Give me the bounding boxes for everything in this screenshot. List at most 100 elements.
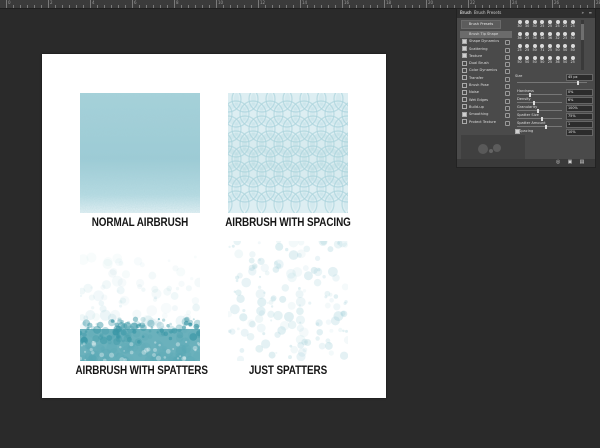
lock-icon[interactable] [505,47,510,53]
new-preset-icon[interactable]: ▣ [567,160,573,165]
spatter-dot [268,351,276,359]
brush-tip-size: 25 [562,36,568,40]
brush-tip-grid[interactable]: 30 30 30 25 25 25 25 25 36 25 36 36 36 32 25 50 25 25 50 71… [515,20,577,70]
lock-icon[interactable] [505,98,510,104]
brush-tip-size: 25 [570,60,575,64]
spatter-dot [297,241,305,246]
lock-icon[interactable] [505,76,510,82]
brush-panel[interactable]: Brush Brush Presets ≡ » Brush Presets Br… [456,8,596,168]
brush-option-row[interactable]: Brush Tip Shape [460,31,512,39]
brush-option-row[interactable]: Brush Pose [460,82,512,90]
option-checkbox[interactable] [462,89,467,95]
spatter-dot [275,351,278,354]
lock-icon[interactable] [505,105,510,111]
brush-option-row[interactable]: Texture [460,53,512,60]
brush-tip-preset[interactable]: 50 [568,44,577,53]
toggle-preview-icon[interactable]: ◎ [555,160,561,165]
lock-icon[interactable] [505,120,510,126]
brush-option-row[interactable]: Shape Dynamics [460,38,512,46]
brush-option-row[interactable]: Scattering [460,46,512,53]
spatter-dot [100,284,106,290]
brush-option-row[interactable]: Transfer [460,75,512,82]
control-slider[interactable] [517,100,562,105]
control-slider[interactable] [517,108,562,113]
ruler-tick [216,0,217,8]
document-canvas[interactable]: NORMAL AIRBRUSH AIRBRUSH WITH SPACING AI… [42,54,386,398]
option-checkbox[interactable] [462,82,467,88]
delete-icon[interactable]: ▤ [579,160,585,165]
lock-icon[interactable] [505,54,510,60]
lock-icon[interactable] [505,91,510,97]
control-slider[interactable] [517,92,562,97]
brush-tip-scrollbar[interactable] [581,20,584,70]
brush-presets-button[interactable]: Brush Presets [461,20,501,29]
ruler-tick [181,5,182,8]
tab-brush[interactable]: Brush [460,10,472,16]
spatter-edge-dot [84,330,88,333]
sample-normal-airbrush [80,93,200,213]
control-value[interactable]: 100% [566,104,593,112]
brush-option-row[interactable]: Dual Brush [460,60,512,68]
spatter-edge-dot [168,336,173,341]
spatter-dot [284,311,294,322]
control-slider[interactable] [517,116,562,121]
ruler-tick [342,0,343,8]
option-checkbox[interactable] [462,53,467,59]
spatter-highlight [152,353,156,357]
lock-icon[interactable] [505,69,510,75]
control-value[interactable]: 1 [566,120,593,128]
brush-option-row[interactable]: Build-up [460,104,512,111]
option-checkbox[interactable] [462,104,467,110]
spatter-edge-dot [107,339,112,345]
brush-option-row[interactable]: Noise [460,89,512,97]
option-label: Brush Tip Shape [469,32,499,36]
option-checkbox[interactable] [462,67,467,73]
tab-brush-presets[interactable]: Brush Presets [474,10,501,16]
spatter-dot [317,268,321,272]
option-checkbox[interactable] [462,75,467,81]
option-checkbox[interactable] [462,119,467,125]
option-checkbox[interactable] [462,97,467,103]
option-checkbox[interactable] [462,60,467,66]
spatter-edge-dot [192,318,195,321]
ruler-tick [153,5,154,8]
control-value[interactable]: 75% [566,112,593,120]
control-value[interactable]: 0% [566,88,593,96]
brush-option-row[interactable]: Smoothing [460,111,512,119]
option-checkbox[interactable] [462,111,467,117]
ruler-tick [363,5,364,8]
control-value[interactable]: 45 px [566,73,593,81]
brush-tip-preset[interactable]: 50 [568,32,577,41]
option-checkbox[interactable] [462,38,467,44]
control-slider[interactable] [517,80,587,85]
brush-option-row[interactable]: Wet Edges [460,97,512,104]
spacing-checkbox[interactable] [515,129,520,134]
ruler-tick [426,0,427,8]
brush-option-row[interactable]: Protect Texture [460,119,512,126]
spatter-dot [302,289,307,293]
slider-knob[interactable] [577,80,579,85]
lock-icon[interactable] [505,62,510,68]
option-checkbox[interactable] [462,46,467,52]
lock-icon[interactable] [505,40,510,46]
slider-knob[interactable] [545,124,547,129]
spatter-edge-dot [147,319,155,328]
lock-icon[interactable] [505,84,510,90]
control-value[interactable]: 6% [566,96,593,104]
control-slider[interactable] [517,124,562,129]
spatter-edge-dot [126,320,131,325]
brush-tip-preset[interactable]: 25 [568,20,577,29]
spatter-dot [141,287,146,292]
spatter-dot [160,302,172,314]
control-value[interactable]: 10% [566,128,593,136]
ruler-tick [293,5,294,8]
spatter-dot [258,310,265,316]
collapse-icon[interactable]: » [582,10,584,16]
scrollbar-thumb[interactable] [581,24,584,40]
brush-option-row[interactable]: Color Dynamics [460,67,512,75]
lock-icon[interactable] [505,113,510,119]
brush-tip-preset[interactable]: 25 [568,56,577,65]
spatter-dot [167,259,171,263]
panel-menu-icon[interactable]: ≡ [589,10,592,16]
spatter-edge-dot [132,329,137,334]
